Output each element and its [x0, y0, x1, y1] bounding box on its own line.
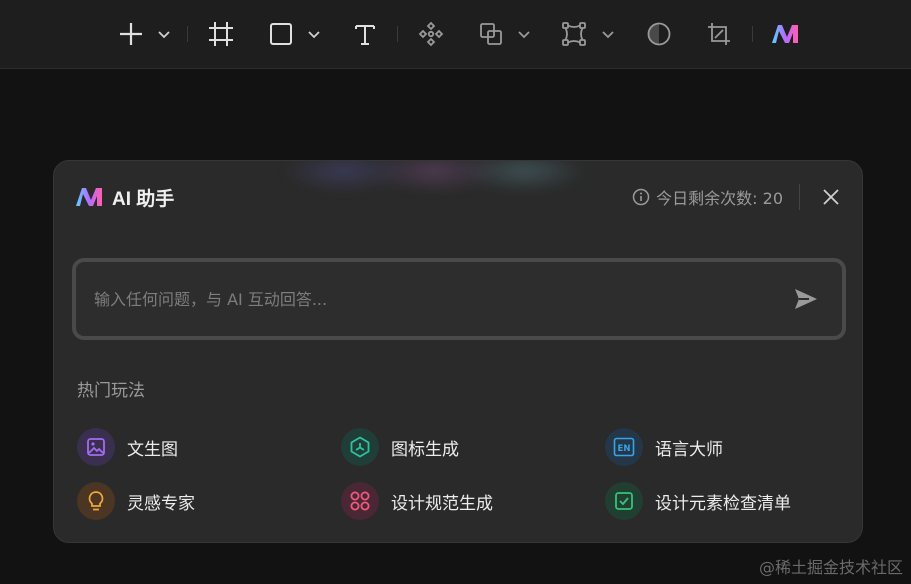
panel-title: AI 助手: [112, 188, 175, 210]
quota-text: 今日剩余次数: 20: [656, 189, 783, 208]
feature-inspiration[interactable]: 灵感专家: [77, 481, 195, 521]
feature-label: 文生图: [127, 439, 178, 460]
chevron-down-icon[interactable]: [514, 17, 534, 51]
plus-icon[interactable]: [116, 17, 146, 51]
feature-label: 灵感专家: [127, 493, 195, 514]
panel-header: AI 助手 今日剩余次数: 20: [74, 183, 842, 211]
watermark: @稀土掘金技术社区: [758, 558, 903, 577]
info-icon: [632, 188, 650, 206]
feature-design-spec[interactable]: 设计规范生成: [341, 481, 493, 521]
feature-language-master[interactable]: EN 语言大师: [605, 427, 723, 467]
ai-logo-icon[interactable]: [768, 17, 802, 51]
feature-icon-generate[interactable]: 图标生成: [341, 427, 459, 467]
feature-label: 设计元素检查清单: [655, 493, 791, 514]
chevron-down-icon[interactable]: [154, 17, 174, 51]
circle-icon[interactable]: [644, 17, 674, 51]
feature-design-checklist[interactable]: 设计元素检查清单: [605, 481, 791, 521]
toolbar-divider: [187, 26, 188, 42]
section-label: 热门玩法: [77, 381, 145, 401]
hexagon-cube-icon: [341, 428, 379, 466]
send-button[interactable]: [784, 277, 828, 321]
question-input[interactable]: [76, 262, 784, 336]
frame-icon[interactable]: [205, 17, 237, 51]
feature-label: 图标生成: [391, 439, 459, 460]
close-button[interactable]: [820, 186, 842, 208]
ai-assistant-panel: AI 助手 今日剩余次数: 20 热门玩法 文生图: [53, 160, 863, 543]
ai-logo-icon: [76, 188, 102, 206]
header-divider: [799, 184, 800, 210]
toolbar-divider: [752, 26, 753, 42]
feature-label: 语言大师: [655, 439, 723, 460]
chevron-down-icon[interactable]: [598, 17, 618, 51]
feature-label: 设计规范生成: [391, 493, 493, 514]
toolbar-divider: [397, 26, 398, 42]
component-icon[interactable]: [415, 17, 447, 51]
top-toolbar: [0, 0, 911, 69]
grid-circles-icon: [341, 482, 379, 520]
boolean-icon[interactable]: [476, 17, 506, 51]
crop-icon[interactable]: [704, 17, 734, 51]
lightbulb-icon: [77, 482, 115, 520]
text-icon[interactable]: [350, 17, 380, 51]
check-box-icon: [605, 482, 643, 520]
svg-text:EN: EN: [618, 444, 631, 454]
send-icon: [795, 289, 817, 309]
en-icon: EN: [605, 428, 643, 466]
close-icon: [823, 189, 839, 205]
rectangle-icon[interactable]: [266, 17, 296, 51]
chevron-down-icon[interactable]: [304, 17, 324, 51]
feature-text-to-image[interactable]: 文生图: [77, 427, 178, 467]
quota-info: 今日剩余次数: 20: [632, 185, 783, 209]
image-icon: [77, 428, 115, 466]
vector-icon[interactable]: [559, 17, 589, 51]
question-input-box: [72, 258, 846, 340]
